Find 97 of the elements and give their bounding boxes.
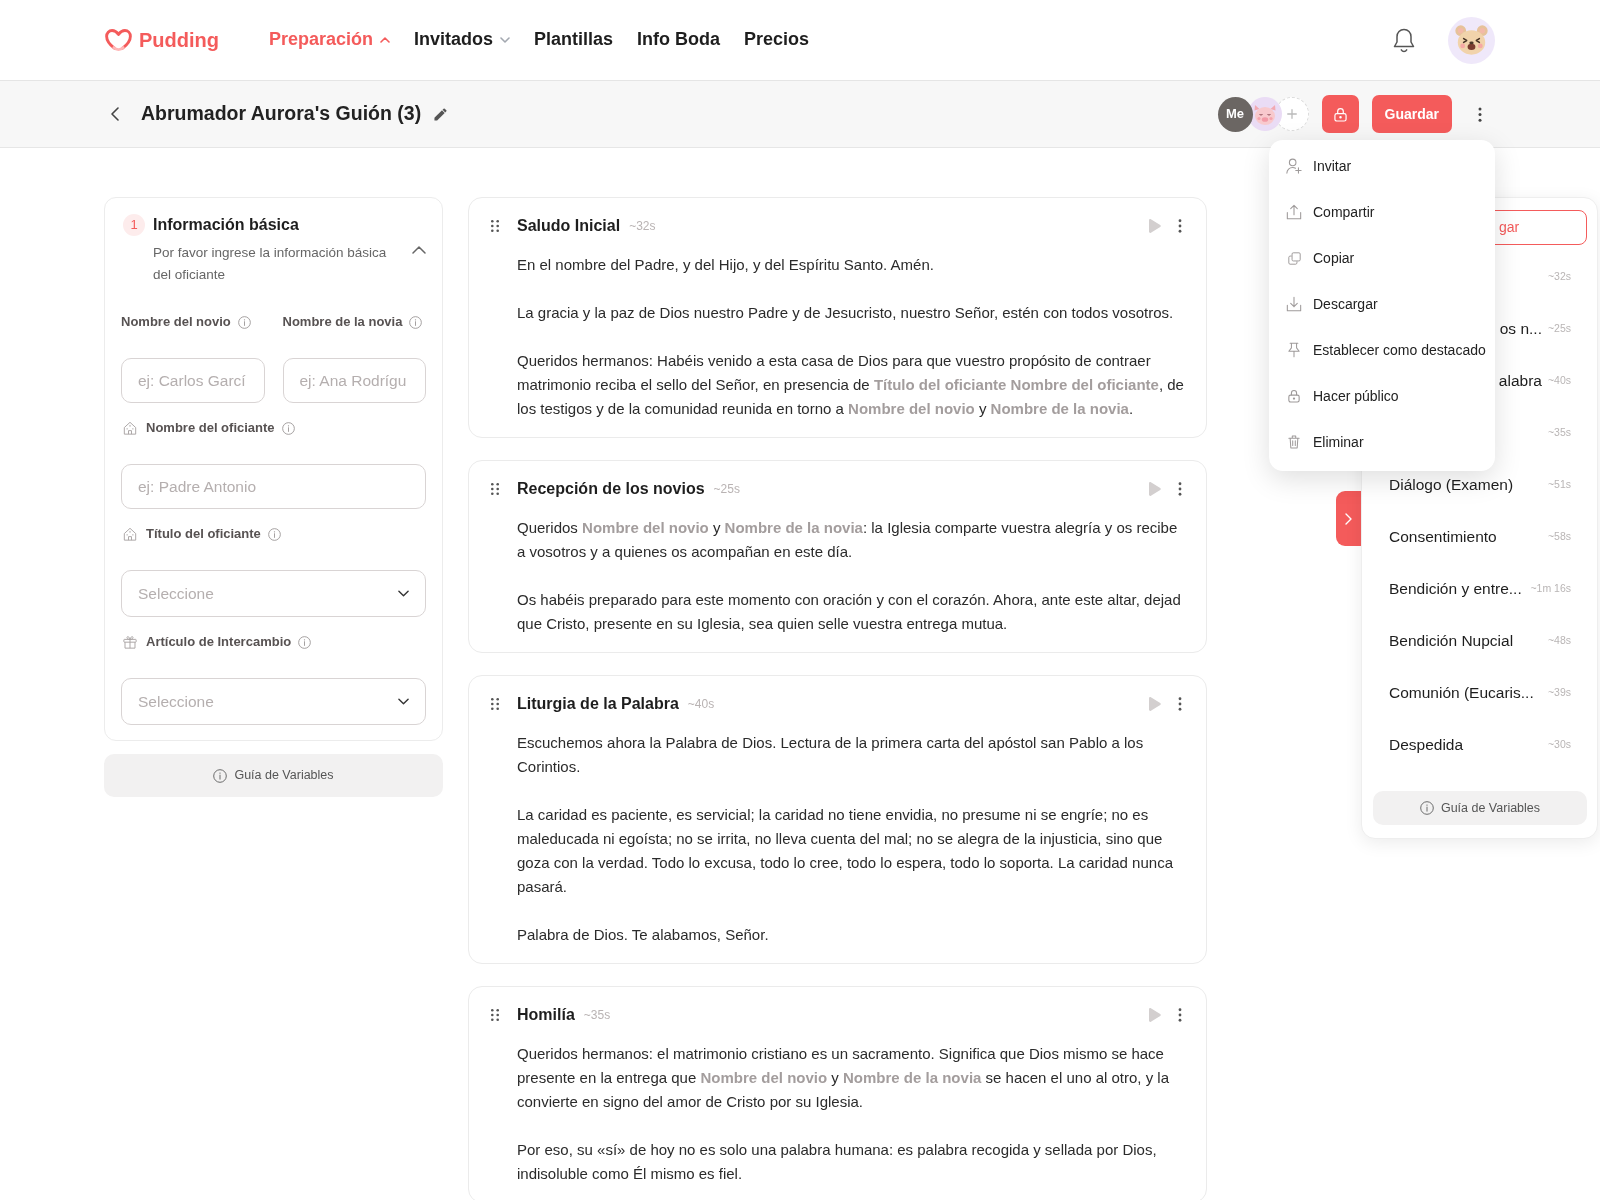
lock-icon bbox=[1288, 389, 1300, 403]
nav-link[interactable]: Invitados bbox=[414, 29, 511, 51]
field-label: Título del oficiante bbox=[146, 525, 261, 544]
more-options-icon[interactable] bbox=[1178, 219, 1182, 233]
script-paragraph: Escuchemos ahora la Palabra de Dios. Lectura de la primera carta del apóstol san Pablo a los Corintios. bbox=[517, 733, 1145, 777]
menu-item[interactable]: Compartir bbox=[1269, 189, 1495, 235]
duration-label: ~1m 16s bbox=[1530, 581, 1571, 597]
chevron-right-icon bbox=[1345, 512, 1352, 525]
variables-guide-button[interactable]: Guía de Variables bbox=[104, 754, 443, 797]
script-paragraph: La gracia y la paz de Dios nuestro Padre y de Jesucristo, nuestro Señor, estén con todos vosotros. bbox=[517, 303, 1175, 323]
lock-icon bbox=[1333, 106, 1347, 122]
chevron-down-icon bbox=[398, 590, 409, 597]
pin-icon bbox=[1288, 342, 1300, 358]
outline-item-title[interactable]: os n... bbox=[1499, 317, 1542, 341]
script-paragraph: Por eso, su «sí» de hoy no es solo una palabra humana: es palabra recogida y sellada por Dios, indisoluble como Él mismo es fiel. bbox=[517, 1140, 1158, 1184]
more-options-icon[interactable] bbox=[1478, 106, 1482, 122]
lock-button[interactable] bbox=[1321, 95, 1359, 133]
field-label: Nombre del oficiante bbox=[146, 419, 275, 438]
bear-avatar-icon[interactable] bbox=[1448, 16, 1495, 64]
copy-icon bbox=[1287, 251, 1301, 265]
menu-item[interactable]: Descargar bbox=[1269, 281, 1495, 327]
back-chevron-icon[interactable] bbox=[111, 107, 119, 121]
text-input[interactable]: ej: Carlos Garcí bbox=[121, 358, 265, 403]
duration-label: ~35s bbox=[1547, 425, 1571, 441]
text-input[interactable]: ej: Padre Antonio bbox=[121, 464, 426, 509]
duration-label: ~39s bbox=[1547, 685, 1571, 701]
trash-icon bbox=[1288, 435, 1300, 449]
script-paragraph: Queridos hermanos: el matrimonio cristiano es un sacramento. Significa que Dios mismo se hace presente en la entrega que Nombre del novio y Nombre de la novia se hacen el uno al otro, y la convierte en signo del amor de Cristo por su Iglesia. bbox=[517, 1044, 1170, 1112]
script-paragraph: Queridos Nombre del novio y Nombre de la novia: la Iglesia comparte vuestra alegría y os recibe a vosotros y a quienes os acompañan en este día. bbox=[517, 518, 1179, 562]
duration-label: ~58s bbox=[1547, 529, 1571, 545]
user-avatar: Me bbox=[1217, 96, 1253, 132]
drag-handle-icon[interactable] bbox=[491, 1009, 499, 1021]
nav-link[interactable]: Info Boda bbox=[637, 29, 721, 51]
outline-item-title[interactable]: Bendición Nupcial bbox=[1389, 629, 1514, 653]
duration-label: ~40s bbox=[687, 696, 715, 713]
pencil-icon[interactable] bbox=[434, 107, 448, 121]
chevron-down-icon bbox=[398, 698, 409, 705]
section-title: Homilía bbox=[517, 1005, 575, 1025]
info-icon bbox=[1419, 801, 1434, 815]
drag-handle-icon[interactable] bbox=[491, 698, 499, 710]
bell-icon[interactable] bbox=[1393, 27, 1415, 53]
download-icon bbox=[1286, 296, 1302, 312]
duration-label: ~25s bbox=[713, 481, 740, 498]
brand-name: Pudding bbox=[139, 28, 219, 52]
outline-item-title[interactable]: Comunión (Eucaris... bbox=[1389, 681, 1534, 705]
gift-icon bbox=[123, 635, 137, 649]
outline-item-title[interactable]: Diálogo (Examen) bbox=[1389, 473, 1514, 497]
nav-link[interactable]: Precios bbox=[744, 29, 810, 51]
panel-toggle-button[interactable] bbox=[1336, 491, 1361, 546]
duration-label: ~32s bbox=[629, 218, 656, 235]
step-number: 1 bbox=[123, 214, 145, 236]
duration-label: ~25s bbox=[1547, 321, 1571, 337]
drag-handle-icon[interactable] bbox=[491, 483, 499, 495]
info-icon bbox=[213, 768, 228, 783]
nav-link[interactable]: Plantillas bbox=[534, 29, 614, 51]
more-options-icon[interactable] bbox=[1178, 697, 1182, 711]
script-paragraph: Palabra de Dios. Te alabamos, Señor. bbox=[517, 925, 770, 945]
duration-label: ~30s bbox=[1547, 737, 1571, 753]
duration-label: ~35s bbox=[583, 1007, 611, 1024]
person-plus-icon bbox=[1286, 158, 1302, 174]
section-description: Por favor ingrese la información básica del oficiante bbox=[153, 244, 388, 284]
plus-icon bbox=[1286, 109, 1297, 119]
menu-item[interactable]: Copiar bbox=[1269, 235, 1495, 281]
menu-item[interactable]: Eliminar bbox=[1269, 419, 1495, 465]
duration-label: ~32s bbox=[1547, 269, 1571, 285]
building-icon bbox=[123, 527, 137, 541]
chevron-up-icon[interactable] bbox=[412, 246, 426, 254]
duration-label: ~40s bbox=[1547, 373, 1571, 389]
more-options-icon[interactable] bbox=[1178, 482, 1182, 496]
field-label: Artículo de Intercambio bbox=[146, 633, 292, 652]
upload-icon bbox=[1286, 204, 1302, 220]
heart-logo-icon bbox=[105, 28, 132, 52]
script-title: Abrumador Aurora's Guión (3) bbox=[141, 102, 422, 126]
drag-handle-icon[interactable] bbox=[491, 220, 499, 232]
outline-item-title[interactable]: Bendición y entre... bbox=[1389, 577, 1522, 601]
duration-label: ~51s bbox=[1547, 477, 1571, 493]
menu-item[interactable]: Hacer público bbox=[1269, 373, 1495, 419]
section-title: Saludo Inicial bbox=[517, 216, 621, 236]
script-paragraph: Queridos hermanos: Habéis venido a esta casa de Dios para que vuestro propósito de contraer matrimonio reciba el sello del Señor, en presencia de Título del oficiante Nombre del oficiante, de los testigos y de la comunidad reunida en torno a Nombre del novio y Nombre de la novia. bbox=[517, 351, 1185, 419]
outline-item-title[interactable]: Consentimiento bbox=[1389, 525, 1497, 549]
section-heading: Información básica bbox=[153, 215, 300, 235]
outline-item-title[interactable]: Despedida bbox=[1389, 733, 1464, 757]
field-label: Nombre del novio bbox=[121, 313, 231, 332]
duration-label: ~48s bbox=[1547, 633, 1571, 649]
script-paragraph: Os habéis preparado para este momento con oración y con el corazón. Ahora, ante este altar, dejad que Cristo, presente en su Iglesia, sea quien selle vuestra entrega mutua. bbox=[517, 590, 1182, 634]
menu-item[interactable]: Establecer como destacado bbox=[1269, 327, 1495, 373]
outline-item-title[interactable]: alabra bbox=[1498, 369, 1542, 393]
section-title: Liturgia de la Palabra bbox=[517, 694, 679, 714]
text-input[interactable]: ej: Ana Rodrígu bbox=[282, 358, 426, 403]
script-paragraph: En el nombre del Padre, y del Hijo, y del Espíritu Santo. Amén. bbox=[517, 255, 935, 275]
building-icon bbox=[123, 421, 137, 435]
section-title: Recepción de los novios bbox=[517, 479, 705, 499]
field-label: Nombre de la novia bbox=[282, 313, 403, 332]
script-paragraph: La caridad es paciente, es servicial; la caridad no tiene envidia, no presume ni se engríe; no es maleducada ni egoísta; no se irrita, no lleva cuenta del mal; no se alegra de la injusticia, sino que goza con la verdad. Todo lo excusa, todo lo cree, todo lo espera, todo lo soporta. La caridad nunca pasará. bbox=[517, 805, 1174, 897]
variables-guide-button[interactable]: Guía de Variables bbox=[1373, 791, 1587, 825]
more-options-icon[interactable] bbox=[1178, 1008, 1182, 1022]
menu-item[interactable]: Invitar bbox=[1269, 143, 1495, 189]
